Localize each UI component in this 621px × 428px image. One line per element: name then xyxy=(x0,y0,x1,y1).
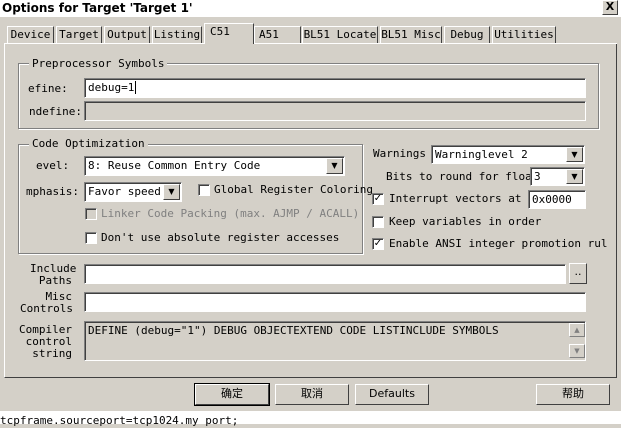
scroll-down-icon[interactable]: ▼ xyxy=(569,344,585,358)
code-optimization-title: Code Optimization xyxy=(29,137,148,150)
level-label: evel: xyxy=(36,159,70,172)
emphasis-label: mphasis: xyxy=(26,185,79,198)
misc-controls-input[interactable] xyxy=(84,292,586,312)
background-code-line: tcpframe.sourceport=tcp1024.my port; xyxy=(0,414,239,427)
level-select[interactable]: 8: Reuse Common Entry Code ▼ xyxy=(84,156,345,176)
undefine-input[interactable] xyxy=(84,101,586,121)
background-editor: tcpframe.sourceport=tcp1024.my port; xyxy=(0,411,621,427)
scroll-up-icon[interactable]: ▲ xyxy=(569,323,585,337)
global-register-label: Global Register Coloring xyxy=(214,183,373,196)
define-label: efine: xyxy=(28,82,68,95)
undefine-label: ndefine: xyxy=(29,105,82,118)
compiler-label-line3: string xyxy=(32,347,72,360)
linker-packing-checkbox[interactable] xyxy=(85,208,97,220)
tab-a51[interactable]: A51 xyxy=(254,26,301,44)
tab-target[interactable]: Target xyxy=(56,26,102,44)
warnings-label: Warnings xyxy=(373,147,426,160)
interrupt-vectors-input[interactable]: 0x0000 xyxy=(528,190,586,209)
misc-label-line2: Controls xyxy=(20,302,73,315)
tab-device[interactable]: Device xyxy=(7,26,54,44)
abs-register-checkbox[interactable] xyxy=(85,232,97,244)
tab-output[interactable]: Output xyxy=(104,26,150,44)
interrupt-vectors-label: Interrupt vectors at a xyxy=(389,192,535,205)
bits-round-select[interactable]: 3 ▼ xyxy=(530,167,585,186)
bits-dropdown-arrow-icon[interactable]: ▼ xyxy=(566,169,583,184)
defaults-button[interactable]: Defaults xyxy=(355,384,429,405)
linker-packing-label: Linker Code Packing (max. AJMP / ACALL) xyxy=(101,207,360,220)
text-cursor xyxy=(135,81,137,94)
warnings-select[interactable]: Warninglevel 2 ▼ xyxy=(431,145,585,164)
ok-button[interactable]: 确定 xyxy=(194,383,270,406)
include-browse-button[interactable]: .. xyxy=(569,263,587,284)
abs-register-label: Don't use absolute register accesses xyxy=(101,231,340,244)
tab-bl51-locate[interactable]: BL51 Locate xyxy=(302,26,378,44)
compiler-control-string: DEFINE (debug="1") DEBUG OBJECTEXTEND CO… xyxy=(84,321,586,361)
define-input[interactable]: debug=1 xyxy=(84,78,586,98)
interrupt-vectors-checkbox[interactable]: ✓ xyxy=(372,193,384,205)
emphasis-select[interactable]: Favor speed ▼ xyxy=(84,182,182,202)
ansi-promotion-label: Enable ANSI integer promotion rul xyxy=(389,237,608,250)
keep-variables-checkbox[interactable] xyxy=(372,216,384,228)
include-label-line2: Paths xyxy=(38,274,72,287)
global-register-checkbox[interactable] xyxy=(198,184,210,196)
tab-debug[interactable]: Debug xyxy=(444,26,490,44)
tab-c51[interactable]: C51 xyxy=(204,23,254,44)
cancel-button[interactable]: 取消 xyxy=(275,384,349,405)
tab-bl51-misc[interactable]: BL51 Misc xyxy=(380,26,442,44)
tab-utilities[interactable]: Utilities xyxy=(492,26,556,44)
close-icon[interactable]: X xyxy=(602,0,618,15)
level-dropdown-arrow-icon[interactable]: ▼ xyxy=(326,158,343,174)
bits-round-label: Bits to round for float xyxy=(386,170,539,183)
emphasis-dropdown-arrow-icon[interactable]: ▼ xyxy=(163,184,180,200)
help-button[interactable]: 帮助 xyxy=(536,384,610,405)
ansi-promotion-checkbox[interactable]: ✓ xyxy=(372,238,384,250)
window-title: Options for Target 'Target 1' xyxy=(2,1,193,15)
warnings-dropdown-arrow-icon[interactable]: ▼ xyxy=(566,147,583,162)
title-bar: Options for Target 'Target 1' X xyxy=(0,0,621,17)
include-paths-input[interactable] xyxy=(84,264,566,284)
tab-listing[interactable]: Listing xyxy=(152,26,202,44)
keep-variables-label: Keep variables in order xyxy=(389,215,542,228)
preprocessor-title: Preprocessor Symbols xyxy=(29,57,168,70)
